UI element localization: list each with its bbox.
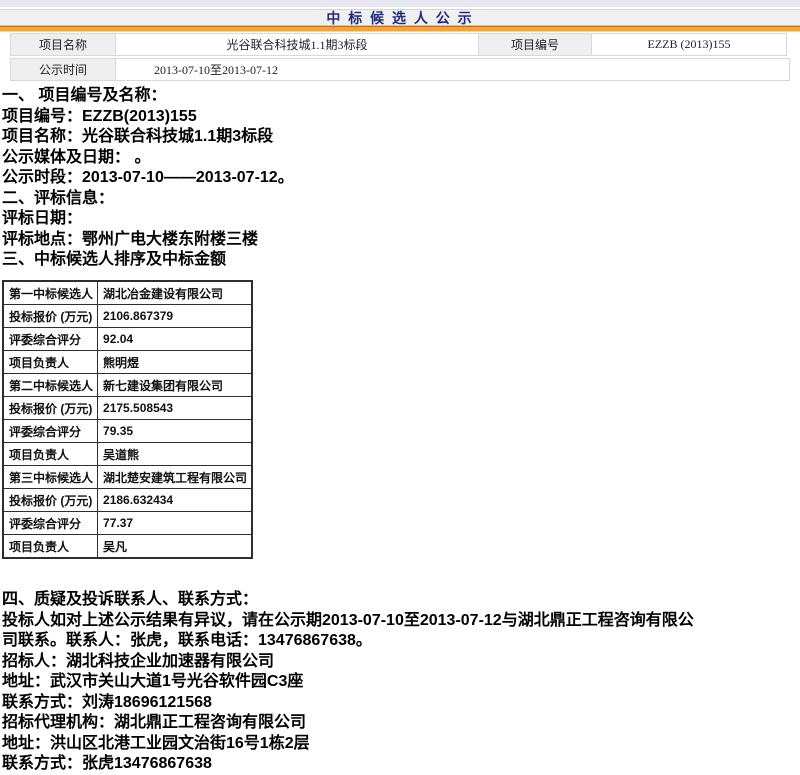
project-number-line: 项目编号：EZZB(2013)155	[2, 107, 798, 128]
table-row: 项目负责人 吴凡	[3, 535, 252, 559]
row-value: 92.04	[98, 328, 253, 351]
page-title: 中 标 候 选 人 公 示	[326, 11, 473, 26]
row-value: 吴道熊	[98, 443, 253, 466]
row-value: 2106.867379	[98, 305, 253, 328]
candidates-table: 第一中标候选人 湖北冶金建设有限公司 投标报价 (万元) 2106.867379…	[2, 280, 253, 559]
agency-contact-line: 联系方式：张虎13476867638	[2, 754, 798, 775]
section-4-contacts: 四、质疑及投诉联系人、联系方式： 投标人如对上述公示结果有异议，请在公示期201…	[2, 590, 798, 775]
project-name-line: 项目名称：光谷联合科技城1.1期3标段	[2, 127, 798, 148]
info-value-project-name: 光谷联合科技城1.1期3标段	[115, 33, 479, 56]
tenderer-contact-line: 联系方式：刘涛18696121568	[2, 693, 798, 714]
row-label: 第一中标候选人	[3, 281, 98, 305]
row-label: 投标报价 (万元)	[3, 305, 98, 328]
info-value-project-number: EZZB (2013)155	[591, 33, 787, 56]
row-label: 评委综合评分	[3, 328, 98, 351]
publicity-media-line: 公示媒体及日期： 。	[2, 148, 798, 169]
table-row: 评委综合评分 77.37	[3, 512, 252, 535]
row-label: 评委综合评分	[3, 512, 98, 535]
section3-heading: 三、中标候选人排序及中标金额	[2, 250, 798, 271]
row-value: 熊明煜	[98, 351, 253, 374]
table-row: 项目负责人 吴道熊	[3, 443, 252, 466]
info-row-project: 项目名称 光谷联合科技城1.1期3标段 项目编号 EZZB (2013)155	[10, 33, 790, 56]
row-label: 项目负责人	[3, 443, 98, 466]
row-label: 投标报价 (万元)	[3, 397, 98, 420]
table-row: 项目负责人 熊明煜	[3, 351, 252, 374]
info-label-publicity-time: 公示时间	[10, 58, 116, 81]
info-label-project-number: 项目编号	[478, 33, 592, 56]
info-value-publicity-time: 2013-07-10至2013-07-12	[115, 58, 790, 81]
objection-paragraph-line1: 投标人如对上述公示结果有异议，请在公示期2013-07-10至2013-07-1…	[2, 611, 798, 632]
tenderer-address-line: 地址：武汉市关山大道1号光谷软件园C3座	[2, 672, 798, 693]
row-label: 第三中标候选人	[3, 466, 98, 489]
accent-divider	[0, 26, 800, 32]
row-value: 湖北冶金建设有限公司	[98, 281, 253, 305]
publicity-period-line: 公示时段：2013-07-10——2013-07-12。	[2, 168, 798, 189]
row-label: 项目负责人	[3, 351, 98, 374]
section4-heading: 四、质疑及投诉联系人、联系方式：	[2, 590, 798, 611]
row-label: 投标报价 (万元)	[3, 489, 98, 512]
row-label: 项目负责人	[3, 535, 98, 559]
evaluation-place-line: 评标地点：鄂州广电大楼东附楼三楼	[2, 230, 798, 251]
announcement-page: { "colors": { "accent_orange": "#f5a33c"…	[0, 0, 800, 773]
table-row: 评委综合评分 92.04	[3, 328, 252, 351]
page-title-bar: 中 标 候 选 人 公 示	[0, 9, 800, 26]
row-value: 吴凡	[98, 535, 253, 559]
row-label: 第二中标候选人	[3, 374, 98, 397]
project-info-table: 项目名称 光谷联合科技城1.1期3标段 项目编号 EZZB (2013)155 …	[10, 33, 790, 83]
table-row: 投标报价 (万元) 2106.867379	[3, 305, 252, 328]
top-strip	[0, 0, 800, 7]
section2-heading: 二、评标信息：	[2, 189, 798, 210]
section1-heading: 一、 项目编号及名称：	[2, 86, 798, 107]
row-value: 湖北楚安建筑工程有限公司	[98, 466, 253, 489]
sections-1-to-3: 一、 项目编号及名称： 项目编号：EZZB(2013)155 项目名称：光谷联合…	[2, 86, 798, 271]
row-value: 新七建设集团有限公司	[98, 374, 253, 397]
row-value: 2175.508543	[98, 397, 253, 420]
row-value: 77.37	[98, 512, 253, 535]
row-value: 79.35	[98, 420, 253, 443]
table-row: 评委综合评分 79.35	[3, 420, 252, 443]
table-row: 投标报价 (万元) 2186.632434	[3, 489, 252, 512]
agency-line: 招标代理机构：湖北鼎正工程咨询有限公司	[2, 713, 798, 734]
evaluation-date-line: 评标日期：	[2, 209, 798, 230]
row-label: 评委综合评分	[3, 420, 98, 443]
tenderer-line: 招标人：湖北科技企业加速器有限公司	[2, 652, 798, 673]
objection-paragraph-line2: 司联系。联系人：张虎，联系电话：13476867638。	[2, 631, 798, 652]
row-value: 2186.632434	[98, 489, 253, 512]
info-label-project-name: 项目名称	[10, 33, 116, 56]
table-row: 第三中标候选人 湖北楚安建筑工程有限公司	[3, 466, 252, 489]
table-row: 投标报价 (万元) 2175.508543	[3, 397, 252, 420]
info-row-publicity-time: 公示时间 2013-07-10至2013-07-12	[10, 58, 790, 81]
table-row: 第一中标候选人 湖北冶金建设有限公司	[3, 281, 252, 305]
agency-address-line: 地址：洪山区北港工业园文治街16号1栋2层	[2, 734, 798, 755]
table-row: 第二中标候选人 新七建设集团有限公司	[3, 374, 252, 397]
